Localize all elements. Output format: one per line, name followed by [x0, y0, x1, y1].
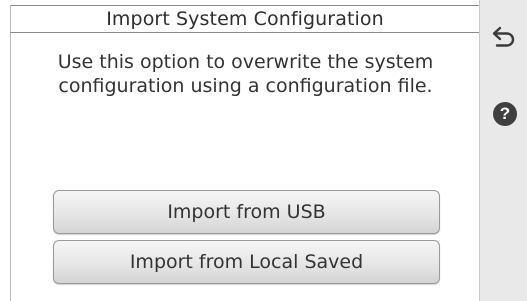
page-title: Import System Configuration [10, 5, 479, 33]
back-button[interactable] [489, 21, 519, 51]
help-icon: ? [499, 104, 511, 123]
description-text: Use this option to overwrite the system … [57, 51, 434, 97]
import-from-usb-button[interactable]: Import from USB [53, 190, 440, 234]
import-config-screen: Import System Configuration Use this opt… [0, 0, 527, 301]
main-panel: Import System Configuration Use this opt… [0, 0, 479, 301]
content-divider [10, 33, 11, 301]
side-panel: ? [479, 0, 527, 301]
back-arrow-icon [492, 26, 515, 47]
import-from-local-saved-button[interactable]: Import from Local Saved [53, 240, 440, 284]
help-button[interactable]: ? [493, 102, 517, 126]
